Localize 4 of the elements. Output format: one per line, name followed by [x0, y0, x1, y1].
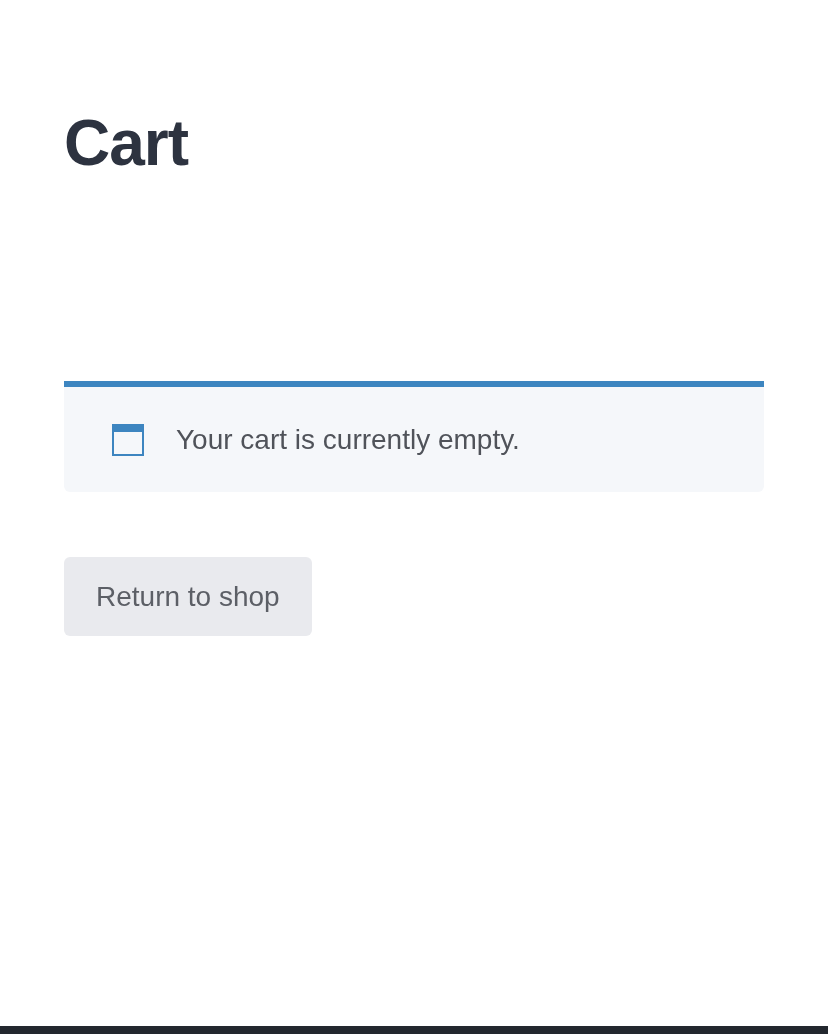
return-to-shop-button[interactable]: Return to shop — [64, 557, 312, 636]
window-icon — [112, 423, 144, 456]
notice-message: Your cart is currently empty. — [176, 423, 520, 456]
page-title: Cart — [64, 106, 190, 181]
